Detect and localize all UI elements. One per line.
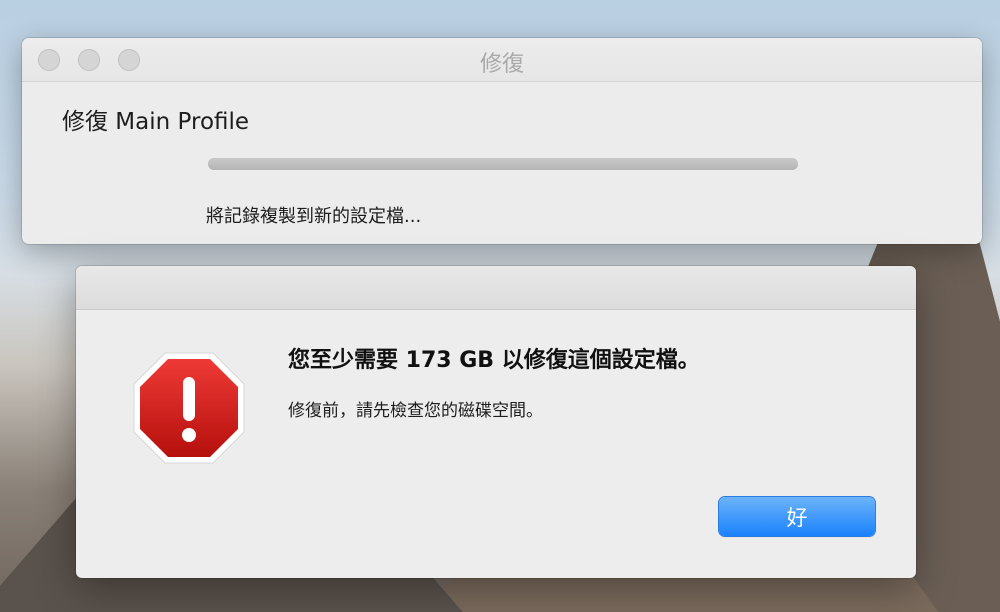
progress-bar-fill — [208, 158, 798, 170]
alert-title: 您至少需要 173 GB 以修復這個設定檔。 — [288, 348, 700, 373]
window-title: 修復 — [479, 52, 524, 77]
progress-status-text: 將記錄複製到新的設定檔... — [206, 206, 422, 227]
progress-bar — [208, 158, 798, 170]
stop-sign-exclamation-icon — [133, 352, 245, 464]
window-titlebar[interactable]: 修復 — [22, 38, 982, 82]
ok-button[interactable]: 好 — [719, 497, 875, 536]
alert-dialog-header — [76, 266, 916, 310]
repair-heading: 修復 Main Profile — [62, 109, 250, 135]
alert-message: 修復前，請先檢查您的磁碟空間。 — [288, 401, 543, 421]
alert-dialog: 您至少需要 173 GB 以修復這個設定檔。 修復前，請先檢查您的磁碟空間。 好 — [76, 266, 916, 578]
repair-progress-window: 修復 修復 Main Profile 將記錄複製到新的設定檔... — [22, 38, 982, 244]
